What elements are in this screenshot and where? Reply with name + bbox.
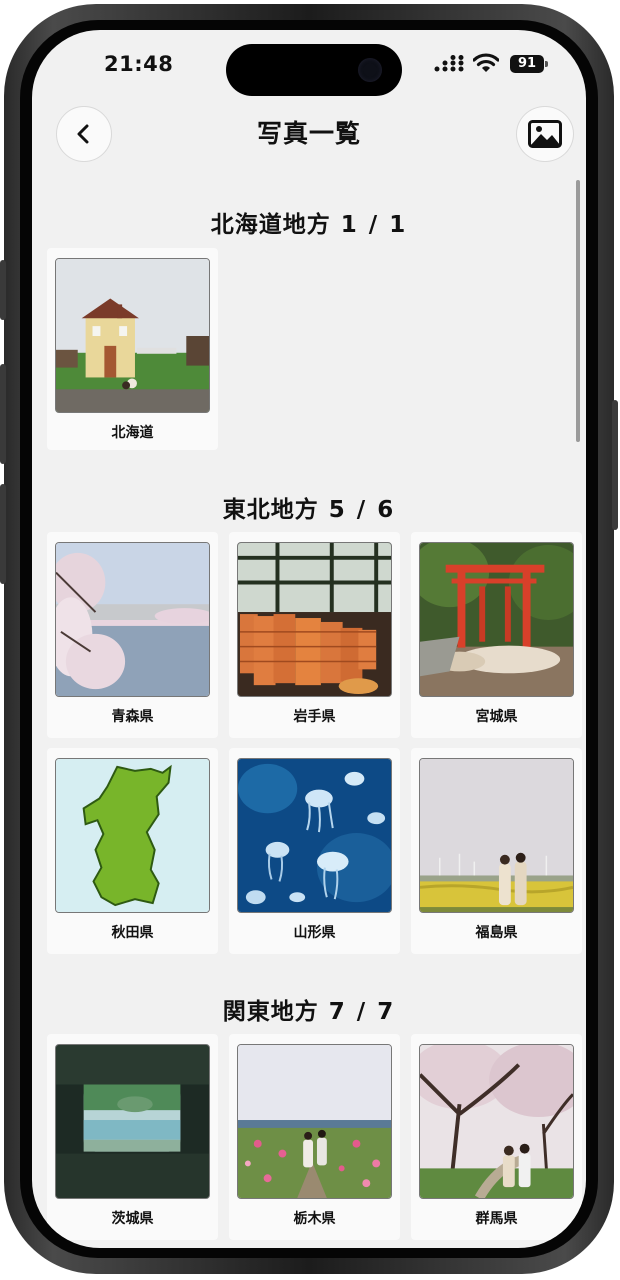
photo-card-gunma[interactable]: 群馬県 — [411, 1034, 582, 1240]
photo-card-hokkaido[interactable]: 北海道 — [47, 248, 218, 450]
photo-label: 山形県 — [293, 925, 336, 941]
status-bar: 21:48 91 — [32, 30, 586, 100]
photo-label: 岩手県 — [293, 709, 336, 725]
photo-thumbnail — [419, 542, 574, 697]
photo-label: 青森県 — [111, 709, 154, 725]
section-count: 5 / 6 — [328, 497, 396, 523]
section-count: 7 / 7 — [328, 999, 396, 1025]
image-icon — [528, 120, 562, 148]
photo-thumbnail — [419, 1044, 574, 1199]
photo-card-miyagi[interactable]: 宮城県 — [411, 532, 582, 738]
section-title-tohoku: 東北地方 5 / 6 — [32, 490, 586, 524]
photo-card-yamagata[interactable]: 山形県 — [229, 748, 400, 954]
photo-label: 栃木県 — [293, 1211, 336, 1227]
battery-tip — [545, 61, 548, 67]
photo-thumbnail — [55, 542, 210, 697]
photo-label: 秋田県 — [111, 925, 154, 941]
photo-label: 福島県 — [475, 925, 518, 941]
photo-card-tochigi[interactable]: 栃木県 — [229, 1034, 400, 1240]
page-title: 写真一覧 — [256, 119, 361, 148]
photo-label: 宮城県 — [475, 709, 518, 725]
photo-card-aomori[interactable]: 青森県 — [47, 532, 218, 738]
screen: 21:48 91 写真一覧 北海道地方 1 / 1 北海道 東北地方 5 / 6… — [32, 30, 586, 1248]
photo-thumbnail — [419, 758, 574, 913]
photo-thumbnail — [237, 1044, 392, 1199]
section-title-kanto: 関東地方 7 / 7 — [32, 992, 586, 1026]
battery-indicator: 91 — [510, 55, 544, 73]
action-button — [0, 260, 6, 320]
section-title-hokkaido: 北海道地方 1 / 1 — [32, 205, 586, 239]
photo-label: 北海道 — [111, 425, 154, 441]
photo-thumbnail — [237, 758, 392, 913]
front-camera-icon — [358, 58, 382, 82]
section-name: 東北地方 — [222, 497, 319, 523]
dynamic-island — [226, 44, 402, 96]
status-time: 21:48 — [104, 52, 174, 76]
navigation-bar: 写真一覧 — [32, 102, 586, 168]
photo-label: 群馬県 — [475, 1211, 518, 1227]
section-name: 関東地方 — [222, 999, 319, 1025]
power-button — [612, 400, 618, 530]
photo-label: 茨城県 — [111, 1211, 154, 1227]
phone-frame: 21:48 91 写真一覧 北海道地方 1 / 1 北海道 東北地方 5 / 6… — [0, 4, 618, 1274]
photo-card-fukushima[interactable]: 福島県 — [411, 748, 582, 954]
volume-up-button — [0, 364, 6, 464]
section-count: 1 / 1 — [340, 212, 408, 238]
photo-gallery-button[interactable] — [516, 106, 574, 162]
photo-thumbnail — [55, 758, 210, 913]
photo-card-iwate[interactable]: 岩手県 — [229, 532, 400, 738]
volume-down-button — [0, 484, 6, 584]
photo-thumbnail — [55, 258, 210, 413]
section-name: 北海道地方 — [210, 212, 331, 238]
photo-thumbnail — [237, 542, 392, 697]
photo-card-akita[interactable]: 秋田県 — [47, 748, 218, 954]
photo-card-ibaraki[interactable]: 茨城県 — [47, 1034, 218, 1240]
photo-thumbnail — [55, 1044, 210, 1199]
wifi-icon — [473, 53, 499, 72]
cellular-signal-icon — [434, 55, 464, 72]
